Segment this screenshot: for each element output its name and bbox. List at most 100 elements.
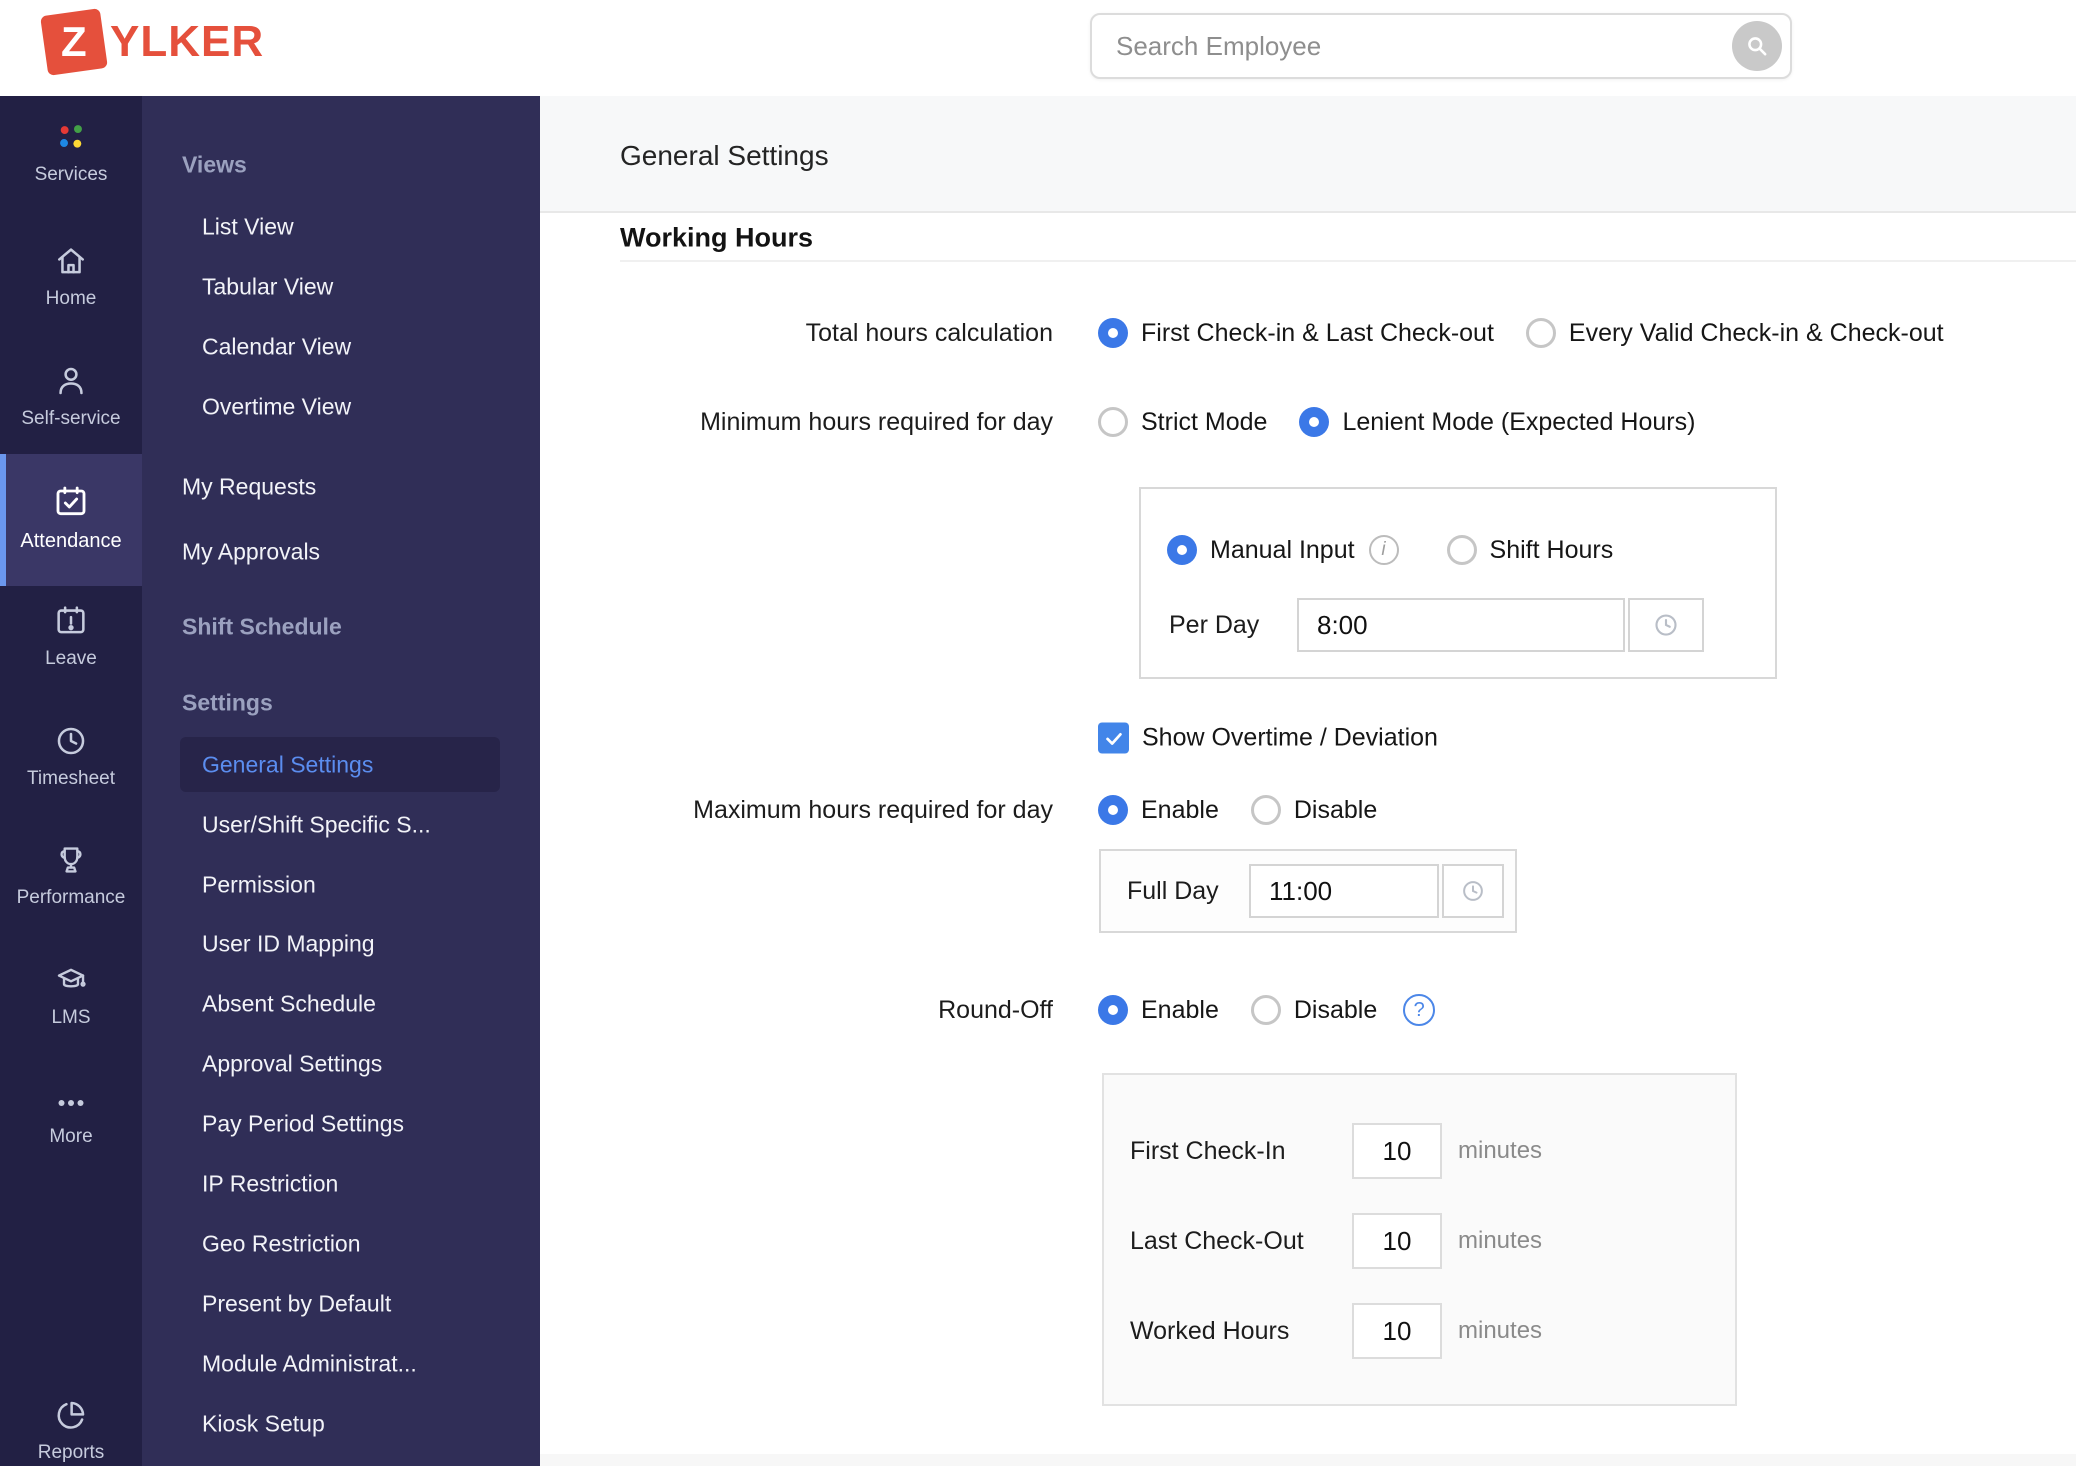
sidebar-item-lms[interactable]: LMS [0,961,142,1029]
radio-selected[interactable] [1098,995,1128,1025]
per-day-label: Per Day [1169,610,1260,639]
clock-icon [57,727,85,755]
full-day-time-picker-button[interactable] [1442,864,1504,918]
radio-selected[interactable] [1098,795,1128,825]
worked-hours-minutes-input[interactable] [1352,1303,1442,1359]
sidebar-section-views: Views [182,151,247,178]
min-hours-row: Minimum hours required for day Strict Mo… [540,407,2076,437]
help-icon[interactable]: ? [1403,994,1436,1026]
attendance-calendar-icon [56,486,86,516]
sidebar-item-user-shift-specific[interactable]: User/Shift Specific S... [202,812,431,839]
sidebar-item-calendar-view[interactable]: Calendar View [202,334,351,361]
sidebar-item-tabular-view[interactable]: Tabular View [202,274,333,301]
per-day-time-input[interactable] [1297,598,1625,652]
max-hours-label: Maximum hours required for day [693,795,1053,824]
radio-selected[interactable] [1167,535,1197,565]
sidebar-item-attendance[interactable]: Attendance [0,482,142,553]
option-label: Disable [1293,995,1378,1024]
last-checkout-minutes-input[interactable] [1352,1213,1442,1269]
search-input[interactable] [1092,30,1732,62]
max-hours-row: Maximum hours required for day Enable Di… [540,795,2076,825]
sidebar-item-performance[interactable]: Performance [0,841,142,909]
radio-unselected[interactable] [1098,407,1128,437]
sidebar-item-geo-restriction[interactable]: Geo Restriction [202,1231,361,1258]
logo-z-tile: Z [40,8,108,76]
sidebar-item-services[interactable]: Services [0,118,142,186]
search-button[interactable] [1732,21,1782,71]
sidebar-item-module-administration[interactable]: Module Administrat... [202,1351,417,1378]
sidebar-item-self-service[interactable]: Self-service [0,362,142,430]
full-day-panel: Full Day [1099,849,1517,933]
radio-selected[interactable] [1098,318,1128,348]
option-label: Disable [1293,795,1378,824]
option-max-disable[interactable]: Disable [1250,795,1378,825]
sidebar-item-my-approvals[interactable]: My Approvals [182,539,320,566]
radio-selected[interactable] [1299,407,1330,437]
rail-label: Reports [37,1442,105,1463]
sidebar-item-approval-settings[interactable]: Approval Settings [202,1051,382,1078]
option-label: First Check-in & Last Check-out [1141,318,1494,347]
zylker-logo: Z YLKER [40,8,265,76]
ellipsis-icon [58,1099,84,1107]
services-icon [60,125,82,148]
sidebar-item-pay-period-settings[interactable]: Pay Period Settings [202,1111,404,1138]
sidebar-item-home[interactable]: Home [0,242,142,310]
logo-wordmark: YLKER [110,17,265,66]
rail-label: Attendance [20,530,122,552]
radio-unselected[interactable] [1525,318,1556,348]
sidebar-item-timesheet[interactable]: Timesheet [0,722,142,790]
sidebar-section-shift-schedule[interactable]: Shift Schedule [182,614,342,641]
per-day-time-picker-button[interactable] [1628,598,1704,652]
rail-label: Performance [16,887,126,908]
sidebar-item-absent-schedule[interactable]: Absent Schedule [202,991,376,1018]
sidebar-item-permission[interactable]: Permission [202,872,316,899]
round-off-last-checkout-row: Last Check-Out minutes [1130,1213,1542,1269]
person-icon [59,367,83,395]
sidebar-item-ip-restriction[interactable]: IP Restriction [202,1171,338,1198]
option-label: Enable [1141,795,1219,824]
round-off-panel: First Check-In minutes Last Check-Out mi… [1102,1073,1737,1406]
first-checkin-minutes-input[interactable] [1352,1123,1442,1179]
sidebar-item-kiosk-setup[interactable]: Kiosk Setup [202,1411,325,1438]
radio-unselected[interactable] [1446,535,1477,565]
total-hours-label: Total hours calculation [805,318,1053,347]
full-day-time-input[interactable] [1249,864,1439,918]
option-lenient-mode[interactable]: Lenient Mode (Expected Hours) [1299,407,1695,437]
option-label: Manual Input [1210,535,1355,564]
sidebar-item-general-settings[interactable]: General Settings [202,752,373,779]
sidebar-item-my-requests[interactable]: My Requests [182,474,316,501]
option-label: Strict Mode [1141,407,1268,436]
radio-unselected[interactable] [1250,795,1281,825]
sidebar-item-user-id-mapping[interactable]: User ID Mapping [202,931,375,958]
info-icon[interactable]: i [1368,535,1399,565]
rail-label: LMS [51,1007,91,1028]
pie-chart-icon [57,1401,85,1429]
option-max-enable[interactable]: Enable [1098,795,1219,825]
option-manual-input[interactable]: Manual Input [1167,535,1355,565]
top-header: Z YLKER [0,0,2076,96]
sidebar-item-leave[interactable]: Leave [0,602,142,670]
sidebar-item-list-view[interactable]: List View [202,214,294,241]
option-strict-mode[interactable]: Strict Mode [1098,407,1267,437]
sidebar-item-overtime-view[interactable]: Overtime View [202,394,351,421]
app-window: Z YLKER Services Home [0,0,2076,1466]
option-roundoff-disable[interactable]: Disable [1250,995,1378,1025]
option-label: Shift Hours [1489,535,1614,564]
checkbox-checked[interactable] [1098,722,1129,754]
icon-rail: Services Home Self-service Attendance Le… [0,96,142,1466]
option-label: Enable [1141,995,1219,1024]
sidebar-item-present-by-default[interactable]: Present by Default [202,1291,391,1318]
sidebar-item-more[interactable]: More [0,1088,142,1148]
option-every-valid-checkin[interactable]: Every Valid Check-in & Check-out [1525,318,1944,348]
rail-label: Leave [45,648,97,669]
show-overtime-option[interactable]: Show Overtime / Deviation [1098,722,1438,754]
rail-label: More [49,1126,93,1147]
option-shift-hours[interactable]: Shift Hours [1446,535,1614,565]
round-off-worked-hours-row: Worked Hours minutes [1130,1303,1542,1359]
option-roundoff-enable[interactable]: Enable [1098,995,1219,1025]
radio-unselected[interactable] [1250,995,1281,1025]
rail-label: Home [45,288,97,309]
option-first-last-checkout[interactable]: First Check-in & Last Check-out [1098,318,1494,348]
sidebar-item-reports[interactable]: Reports [0,1396,142,1464]
round-off-row: Round-Off Enable Disable ? [540,994,2076,1026]
